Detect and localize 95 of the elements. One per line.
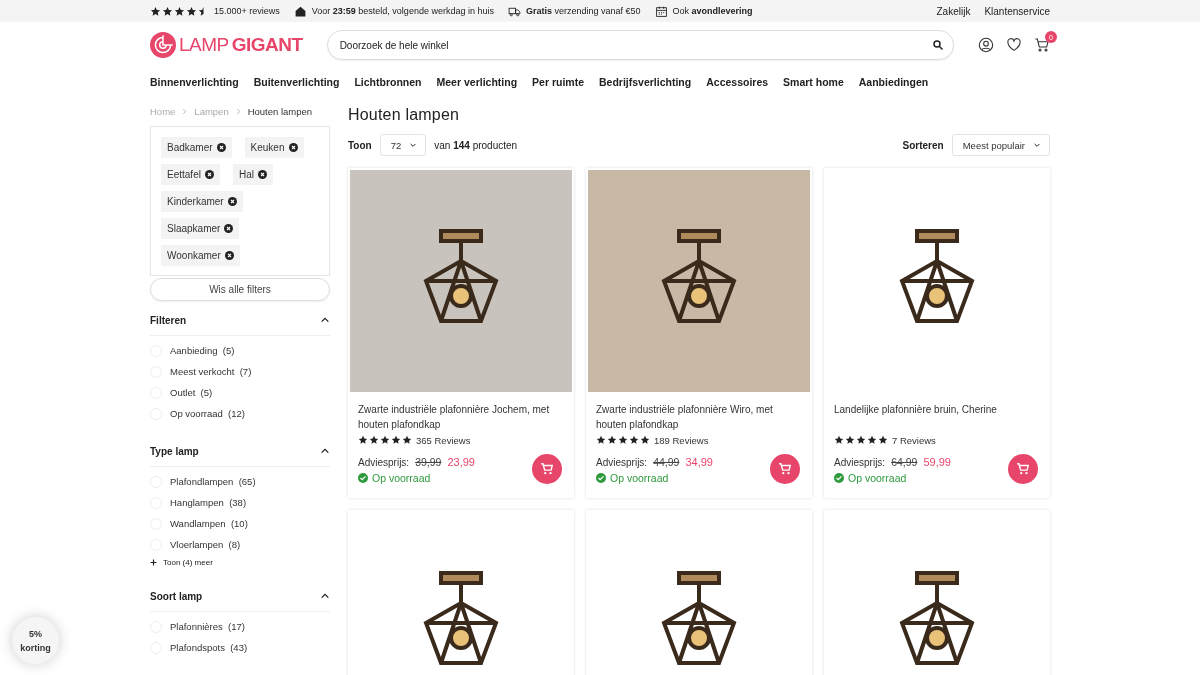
search-icon[interactable]: [932, 39, 944, 51]
remove-icon: [227, 197, 237, 206]
remove-icon: [204, 170, 214, 179]
review-count[interactable]: 189 Reviews: [654, 434, 709, 446]
filter-option-label[interactable]: Vloerlampen (8): [170, 539, 241, 550]
filter-chip[interactable]: Woonkamer: [161, 245, 240, 266]
stock-status: Op voorraad: [848, 472, 907, 484]
sort-select[interactable]: Meest populair: [951, 134, 1050, 156]
check-circle-icon: [358, 473, 368, 483]
product-count: van 144 producten: [434, 139, 518, 151]
filter-group-title[interactable]: Filteren: [150, 314, 187, 326]
top-link[interactable]: Klantenservice: [984, 5, 1050, 17]
filter-group-title[interactable]: Soort lamp: [150, 590, 203, 602]
nav-link[interactable]: Meer verlichting: [436, 76, 518, 88]
remove-icon: [257, 170, 267, 179]
filter-chip[interactable]: Kinderkamer: [161, 191, 243, 212]
nav-link[interactable]: Bedrijfsverlichting: [599, 76, 692, 88]
product-photo-placeholder[interactable]: [588, 170, 810, 392]
usp-text: Ook avondlevering: [672, 6, 753, 16]
page-title: Houten lampen: [348, 106, 461, 124]
filter-option-label[interactable]: Plafondlampen (65): [170, 476, 256, 487]
filter-option-label[interactable]: Op voorraad (12): [170, 408, 245, 419]
check-circle-icon: [596, 473, 606, 483]
filter-option-label[interactable]: Outlet (5): [170, 387, 213, 398]
check-circle-icon: [834, 473, 844, 483]
cart-icon: [1016, 462, 1030, 476]
product-name[interactable]: Zwarte industriële plafonnière Wiro, met houten plafondkap: [596, 402, 802, 434]
plus-icon[interactable]: [150, 558, 157, 566]
nav-link[interactable]: Aanbiedingen: [858, 76, 929, 88]
chevron-down-icon: [1033, 141, 1041, 149]
user-icon[interactable]: [978, 37, 994, 53]
remove-icon: [224, 224, 234, 233]
chevron-up-icon[interactable]: [320, 446, 330, 456]
top-link[interactable]: Zakelijk: [936, 5, 971, 17]
price: 23,99: [447, 456, 475, 468]
site-logo[interactable]: LAMP GIGANT: [150, 32, 303, 58]
show-label: Toon: [348, 139, 372, 151]
filter-chip[interactable]: Keuken: [244, 137, 304, 158]
nav-link[interactable]: Per ruimte: [532, 76, 584, 88]
nav-link[interactable]: Binnenverlichting: [150, 76, 239, 88]
filter-option-label[interactable]: Hanglampen (38): [170, 497, 247, 508]
price-label: Adviesprijs:: [596, 456, 648, 468]
reviews-count: 15.000+ reviews: [214, 6, 280, 16]
old-price: 64,99: [891, 456, 918, 468]
calendar-icon: [654, 4, 668, 18]
price-label: Adviesprijs:: [834, 456, 886, 468]
show-more-link[interactable]: Toon (4) meer: [163, 557, 213, 567]
usp-text: Voor 23:59 besteld, volgende werkdag in huis: [311, 6, 494, 16]
review-count[interactable]: 365 Reviews: [416, 434, 471, 446]
nav-link[interactable]: Smart home: [783, 76, 844, 88]
search-field[interactable]: Doorzoek de hele winkel: [326, 30, 954, 60]
nav-link[interactable]: Accessoires: [706, 76, 769, 88]
price: 34,99: [685, 456, 713, 468]
add-to-cart-button[interactable]: [770, 454, 800, 484]
filter-chip[interactable]: Hal: [232, 164, 273, 185]
filter-option-label[interactable]: Aanbieding (5): [170, 345, 235, 356]
cart-icon: [778, 462, 792, 476]
remove-icon: [288, 143, 298, 152]
remove-icon: [224, 251, 234, 260]
chevron-down-icon: [409, 141, 418, 149]
product-photo-placeholder[interactable]: [350, 170, 572, 392]
add-to-cart-button[interactable]: [532, 454, 562, 484]
filter-option-label[interactable]: Plafonnières (17): [170, 621, 245, 632]
per-page-select[interactable]: 72: [379, 134, 427, 156]
nav-link[interactable]: Lichtbronnen: [354, 76, 422, 88]
filter-option-label[interactable]: Plafondspots (43): [170, 642, 248, 653]
price: 59,99: [923, 456, 951, 468]
breadcrumb-link[interactable]: Houten lampen: [247, 105, 313, 117]
filter-option-label[interactable]: Wandlampen (10): [170, 518, 248, 529]
stock-status: Op voorraad: [610, 472, 669, 484]
filter-group-title[interactable]: Type lamp: [150, 445, 199, 457]
old-price: 39,99: [415, 456, 442, 468]
filter-chip[interactable]: Eettafel: [161, 164, 220, 185]
usp-text: Gratis verzending vanaf €50: [525, 6, 641, 16]
filter-chip[interactable]: Slaapkamer: [161, 218, 240, 239]
chevron-right-icon: [234, 107, 242, 115]
house-icon: [293, 4, 307, 18]
sort-label: Sorteren: [902, 139, 944, 151]
price-label: Adviesprijs:: [358, 456, 410, 468]
remove-icon: [216, 143, 226, 152]
filter-option-label[interactable]: Meest verkocht (7): [170, 366, 252, 377]
cart-icon: [540, 462, 554, 476]
product-name[interactable]: Landelijke plafonnière bruin, Cherine: [834, 402, 1040, 434]
chevron-right-icon: [181, 107, 189, 115]
add-to-cart-button[interactable]: [1008, 454, 1038, 484]
chevron-up-icon[interactable]: [320, 315, 330, 325]
review-count[interactable]: 7 Reviews: [892, 434, 936, 446]
nav-link[interactable]: Buitenverlichting: [253, 76, 340, 88]
heart-icon[interactable]: [1006, 37, 1022, 53]
chevron-up-icon[interactable]: [320, 591, 330, 601]
clear-filters-button[interactable]: Wis alle filters: [150, 278, 330, 301]
filter-chip[interactable]: Badkamer: [161, 137, 232, 158]
stock-status: Op voorraad: [372, 472, 431, 484]
product-name[interactable]: Zwarte industriële plafonnière Jochem, met houten plafondkap: [358, 402, 564, 434]
old-price: 44,99: [653, 456, 680, 468]
